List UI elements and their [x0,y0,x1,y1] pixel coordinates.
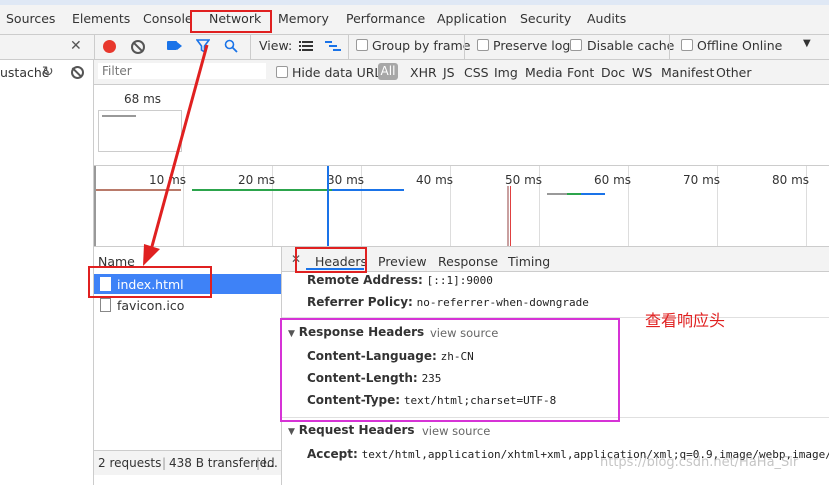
annotation-arrow [143,44,209,266]
watermark: https://blog.csdn.net/HaHa_Sir [600,455,799,470]
